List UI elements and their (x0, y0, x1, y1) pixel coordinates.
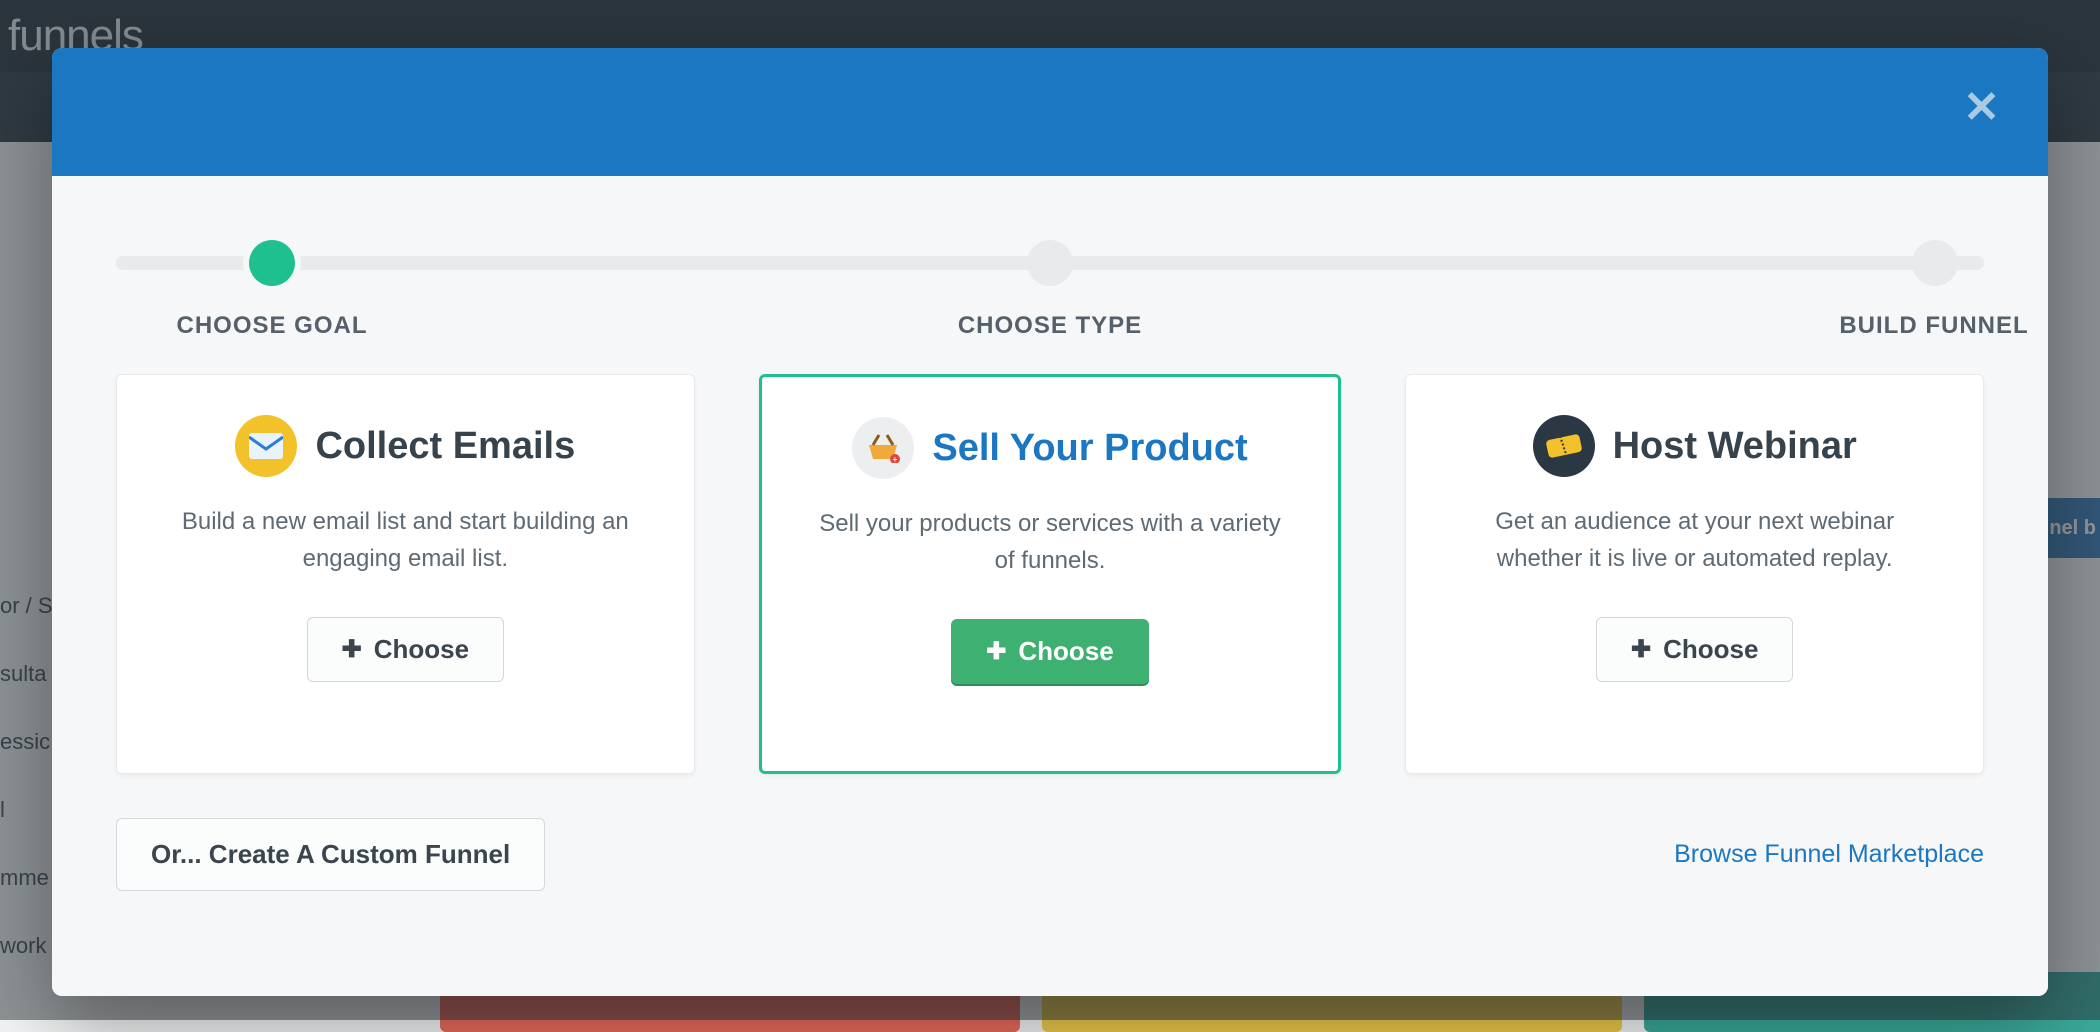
envelope-icon (235, 415, 297, 477)
browse-marketplace-link[interactable]: Browse Funnel Marketplace (1674, 840, 1984, 869)
basket-icon: + (852, 417, 914, 479)
choose-button-collect-emails[interactable]: ✚ Choose (307, 617, 504, 682)
funnel-wizard-modal: ✕ CHOOSE GOAL CHOOSE TYPE BUILD FUNNEL C… (52, 48, 2048, 996)
choose-button-sell-product[interactable]: ✚ Choose (951, 619, 1148, 684)
goal-card-sell-product[interactable]: + Sell Your Product Sell your products o… (759, 374, 1342, 774)
wizard-stepper: CHOOSE GOAL CHOOSE TYPE BUILD FUNNEL (116, 234, 1984, 354)
step-label-type: CHOOSE TYPE (900, 312, 1200, 340)
step-label-goal: CHOOSE GOAL (122, 312, 422, 340)
choose-button-host-webinar[interactable]: ✚ Choose (1596, 617, 1793, 682)
step-dot-type[interactable] (1027, 240, 1073, 286)
step-dot-build[interactable] (1912, 240, 1958, 286)
modal-header: ✕ (52, 48, 2048, 176)
card-desc: Sell your products or services with a va… (810, 505, 1290, 579)
card-desc: Get an audience at your next webinar whe… (1455, 503, 1935, 577)
card-desc: Build a new email list and start buildin… (165, 503, 645, 577)
modal-body: CHOOSE GOAL CHOOSE TYPE BUILD FUNNEL Col… (52, 176, 2048, 996)
create-custom-funnel-button[interactable]: Or... Create A Custom Funnel (116, 818, 545, 891)
step-label-build: BUILD FUNNEL (1784, 312, 2048, 340)
modal-footer: Or... Create A Custom Funnel Browse Funn… (116, 818, 1984, 891)
plus-icon: ✚ (1631, 635, 1651, 664)
step-dot-goal[interactable] (249, 240, 295, 286)
svg-text:+: + (893, 455, 898, 463)
card-title: Collect Emails (315, 425, 575, 468)
plus-icon: ✚ (342, 635, 362, 664)
goal-card-collect-emails[interactable]: Collect Emails Build a new email list an… (116, 374, 695, 774)
card-title: Sell Your Product (932, 427, 1247, 470)
goal-card-host-webinar[interactable]: Host Webinar Get an audience at your nex… (1405, 374, 1984, 774)
card-title: Host Webinar (1613, 425, 1857, 468)
ticket-icon (1533, 415, 1595, 477)
goal-cards: Collect Emails Build a new email list an… (116, 374, 1984, 774)
plus-icon: ✚ (986, 637, 1006, 666)
close-icon[interactable]: ✕ (1963, 86, 2000, 130)
